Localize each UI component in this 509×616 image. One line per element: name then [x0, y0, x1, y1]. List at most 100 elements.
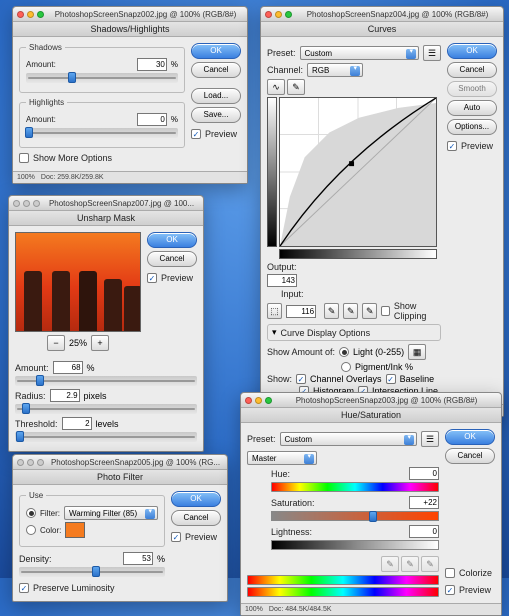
use-group: Use Filter: Warming Filter (85)▾ Color:: [19, 491, 165, 547]
preview-checkbox[interactable]: ✓: [147, 273, 157, 283]
cancel-button[interactable]: Cancel: [171, 510, 221, 526]
preview-checkbox[interactable]: ✓: [445, 585, 455, 595]
close-icon[interactable]: [245, 397, 252, 404]
titlebar[interactable]: PhotoshopScreenSnapz004.jpg @ 100% (RGB/…: [261, 7, 503, 22]
zoom-in-button[interactable]: +: [91, 335, 109, 351]
save-button[interactable]: Save...: [191, 107, 241, 123]
eyedropper-subtract-icon[interactable]: ✎: [421, 556, 439, 572]
preset-select[interactable]: Custom▾: [300, 46, 419, 60]
light-radio[interactable]: [339, 347, 349, 357]
zoom-icon[interactable]: [285, 11, 292, 18]
filter-radio[interactable]: [26, 508, 36, 518]
preserve-luminosity-checkbox[interactable]: ✓: [19, 583, 29, 593]
titlebar[interactable]: PhotoshopScreenSnapz005.jpg @ 100% (RG..…: [13, 455, 227, 470]
ok-button[interactable]: OK: [147, 232, 197, 248]
titlebar[interactable]: PhotoshopScreenSnapz007.jpg @ 100...: [9, 196, 203, 211]
show-clipping-checkbox[interactable]: [381, 306, 390, 316]
minimize-icon[interactable]: [27, 459, 34, 466]
saturation-input[interactable]: [409, 496, 439, 509]
preview-checkbox[interactable]: ✓: [447, 141, 457, 151]
zoom-level[interactable]: 100%: [17, 174, 35, 181]
ok-button[interactable]: OK: [447, 43, 497, 59]
sampler-button[interactable]: ⬚: [267, 303, 282, 319]
baseline-label: Baseline: [400, 374, 435, 384]
curves-graph[interactable]: [279, 97, 437, 247]
colorize-checkbox[interactable]: [445, 568, 455, 578]
close-icon[interactable]: [265, 11, 272, 18]
preview-checkbox[interactable]: ✓: [171, 532, 181, 542]
output-input[interactable]: [267, 274, 297, 287]
cancel-button[interactable]: Cancel: [191, 62, 241, 78]
shadows-amount-input[interactable]: [137, 58, 167, 71]
close-icon[interactable]: [17, 459, 24, 466]
cancel-button[interactable]: Cancel: [445, 448, 495, 464]
radius-input[interactable]: [50, 389, 80, 402]
black-eyedropper-icon[interactable]: ✎: [324, 303, 339, 319]
threshold-input[interactable]: [62, 417, 92, 430]
minimize-icon[interactable]: [23, 200, 30, 207]
grid-size-button[interactable]: ▦: [408, 344, 426, 360]
preset-menu-button[interactable]: ☰: [423, 45, 441, 61]
highlights-amount-slider[interactable]: [26, 128, 178, 138]
pigment-radio[interactable]: [341, 362, 351, 372]
disclosure-icon[interactable]: ▾: [272, 327, 277, 338]
channel-select[interactable]: RGB▾: [307, 63, 363, 77]
amount-input[interactable]: [53, 361, 83, 374]
saturation-slider[interactable]: [271, 511, 439, 521]
white-eyedropper-icon[interactable]: ✎: [362, 303, 377, 319]
show-more-checkbox[interactable]: [19, 153, 29, 163]
radius-label: Radius:: [15, 391, 46, 401]
options-button[interactable]: Options...: [447, 119, 497, 135]
minimize-icon[interactable]: [255, 397, 262, 404]
cancel-button[interactable]: Cancel: [147, 251, 197, 267]
density-input[interactable]: [123, 552, 153, 565]
color-swatch[interactable]: [65, 522, 85, 538]
smooth-button[interactable]: Smooth: [447, 81, 497, 97]
minimize-icon[interactable]: [275, 11, 282, 18]
zoom-icon[interactable]: [37, 11, 44, 18]
preset-select[interactable]: Custom▾: [280, 432, 417, 446]
cancel-button[interactable]: Cancel: [447, 62, 497, 78]
window-title: PhotoshopScreenSnapz007.jpg @ 100...: [44, 199, 199, 208]
channel-label: Channel:: [267, 65, 303, 75]
amount-slider[interactable]: [15, 376, 197, 386]
auto-button[interactable]: Auto: [447, 100, 497, 116]
color-radio[interactable]: [26, 525, 36, 535]
eyedropper-add-icon[interactable]: ✎: [401, 556, 419, 572]
gray-eyedropper-icon[interactable]: ✎: [343, 303, 358, 319]
close-icon[interactable]: [17, 11, 24, 18]
zoom-out-button[interactable]: −: [47, 335, 65, 351]
zoom-icon[interactable]: [37, 459, 44, 466]
titlebar[interactable]: PhotoshopScreenSnapz003.jpg @ 100% (RGB/…: [241, 393, 501, 408]
eyedropper-icon[interactable]: ✎: [381, 556, 399, 572]
channel-overlays-checkbox[interactable]: ✓: [296, 374, 306, 384]
zoom-level[interactable]: 100%: [245, 606, 263, 613]
ok-button[interactable]: OK: [171, 491, 221, 507]
close-icon[interactable]: [13, 200, 20, 207]
highlights-amount-input[interactable]: [137, 113, 167, 126]
ok-button[interactable]: OK: [445, 429, 495, 445]
preview-checkbox[interactable]: ✓: [191, 129, 201, 139]
shadows-amount-slider[interactable]: [26, 73, 178, 83]
titlebar[interactable]: PhotoshopScreenSnapz002.jpg @ 100% (RGB/…: [13, 7, 247, 22]
zoom-icon[interactable]: [265, 397, 272, 404]
filter-select[interactable]: Warming Filter (85)▾: [64, 506, 158, 520]
zoom-icon[interactable]: [33, 200, 40, 207]
input-input[interactable]: [286, 305, 316, 318]
density-slider[interactable]: [19, 567, 165, 577]
radius-slider[interactable]: [15, 404, 197, 414]
hue-slider[interactable]: [271, 482, 439, 492]
pencil-tool-button[interactable]: ✎: [287, 79, 305, 95]
lightness-slider[interactable]: [271, 540, 439, 550]
edit-select[interactable]: Master▾: [247, 451, 317, 465]
load-button[interactable]: Load...: [191, 88, 241, 104]
baseline-checkbox[interactable]: ✓: [386, 374, 396, 384]
threshold-slider[interactable]: [15, 432, 197, 442]
curve-tool-button[interactable]: ∿: [267, 79, 285, 95]
minimize-icon[interactable]: [27, 11, 34, 18]
hue-input[interactable]: [409, 467, 439, 480]
lightness-input[interactable]: [409, 525, 439, 538]
ok-button[interactable]: OK: [191, 43, 241, 59]
preset-menu-button[interactable]: ☰: [421, 431, 439, 447]
preview-image[interactable]: [15, 232, 141, 332]
